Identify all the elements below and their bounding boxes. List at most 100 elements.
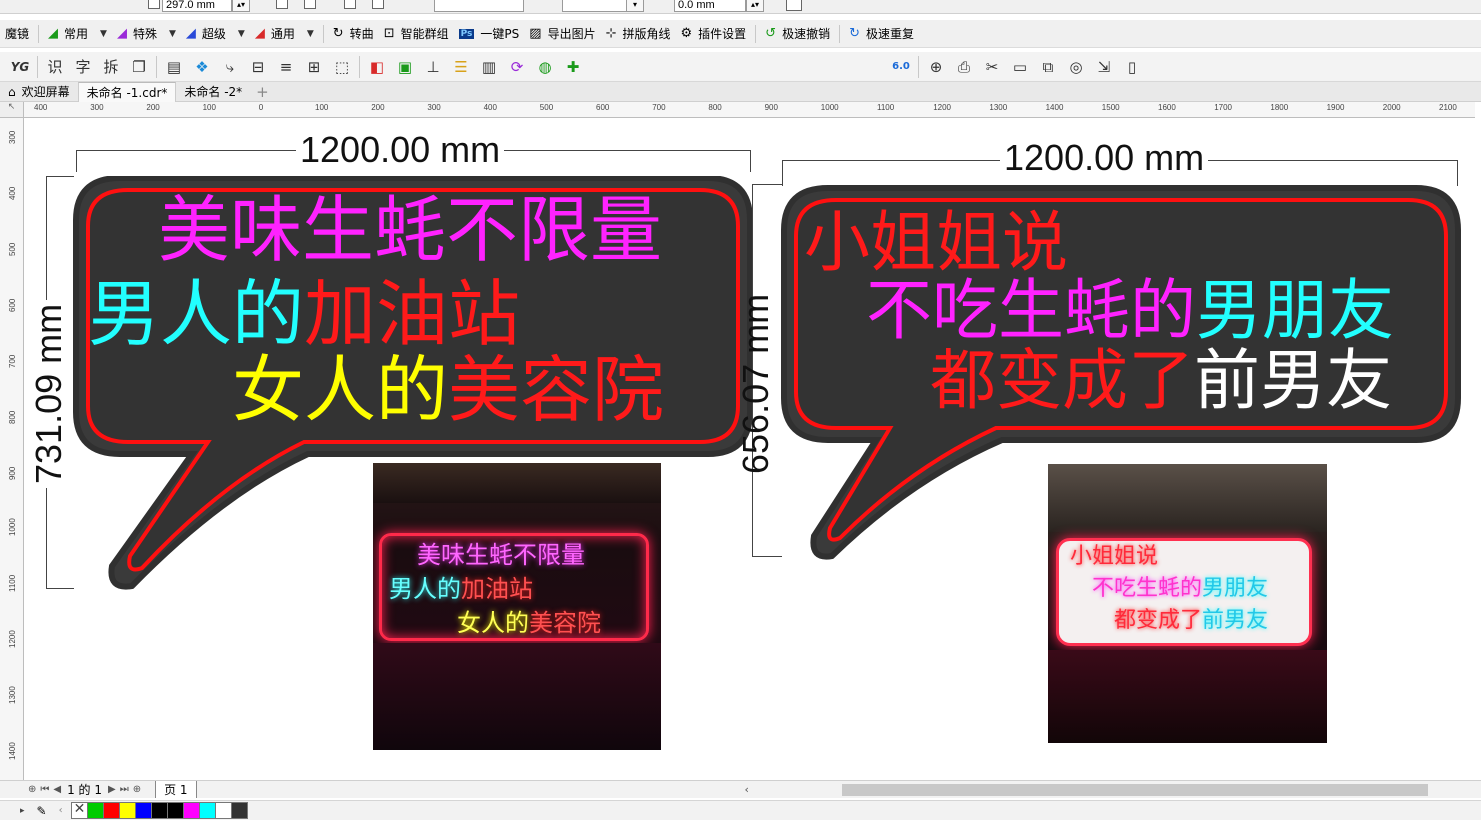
- page-width-spinner[interactable]: ▴▾: [232, 0, 250, 12]
- left-sign-line2-a[interactable]: 男人的: [88, 272, 304, 356]
- tab-document-2[interactable]: 未命名 -2*: [176, 82, 250, 102]
- plugin-button-general[interactable]: ◢ 通用 ▼: [250, 20, 319, 48]
- portrait-icon[interactable]: [276, 0, 288, 9]
- plugin-button-smart-group[interactable]: ⊡ 智能群组: [379, 20, 454, 48]
- next-page-icon[interactable]: ▶: [108, 784, 116, 795]
- color-swatch[interactable]: [102, 802, 120, 819]
- target-icon[interactable]: ◎: [1062, 55, 1090, 79]
- add-page-end-icon[interactable]: ⊕: [133, 784, 141, 795]
- scroll-left-icon[interactable]: ‹: [745, 783, 749, 796]
- nudge-field[interactable]: [562, 0, 628, 12]
- right-sign-line2-b[interactable]: 男朋友: [1196, 272, 1394, 349]
- palette-scroll-icon[interactable]: ‹: [59, 805, 63, 816]
- print-icon[interactable]: ⎙: [950, 55, 978, 79]
- color-swatch[interactable]: [134, 802, 152, 819]
- nudge-dropdown[interactable]: ▾: [626, 0, 644, 12]
- color-swatch[interactable]: [150, 802, 168, 819]
- distribute-icon[interactable]: ≡: [272, 55, 300, 79]
- width-dimension-label[interactable]: 1200.00 mm: [1000, 138, 1209, 178]
- arrange-icon[interactable]: ⊞: [300, 55, 328, 79]
- plugin-button-crop-marks[interactable]: ⊹ 拼版角线: [601, 20, 676, 48]
- puzzle-icon[interactable]: ✚: [559, 55, 587, 79]
- plugin-button-fast-undo[interactable]: ↺ 极速撤销: [760, 20, 835, 48]
- left-sign-line1[interactable]: 美味生蚝不限量: [158, 194, 662, 266]
- yg-logo-button[interactable]: YG: [6, 55, 34, 79]
- plugin-button-settings[interactable]: ⚙ 插件设置: [676, 20, 752, 48]
- color-swatch[interactable]: [214, 802, 232, 819]
- left-sign-line3-b[interactable]: 美容院: [448, 348, 664, 432]
- text-button[interactable]: 字: [69, 55, 97, 79]
- duplicate-distance-spinner[interactable]: ▴▾: [746, 0, 764, 12]
- drawing-canvas[interactable]: 1200.00 mm 731.09 mm 美味生蚝不限量 男人的加油站 女人的美…: [24, 118, 1475, 780]
- page-width-field[interactable]: 297.0 mm: [162, 0, 232, 12]
- page-tab[interactable]: 页 1: [155, 781, 197, 798]
- connector-icon[interactable]: ⤷: [216, 55, 244, 79]
- left-sign-line2-b[interactable]: 加油站: [304, 272, 520, 356]
- prev-page-icon[interactable]: ◀: [53, 784, 61, 795]
- globe-icon[interactable]: ◍: [531, 55, 559, 79]
- picture-icon[interactable]: ▣: [391, 55, 419, 79]
- height-dimension-label[interactable]: 731.09 mm: [28, 299, 69, 488]
- no-color-swatch[interactable]: ✕: [70, 801, 88, 819]
- tab-document-1[interactable]: 未命名 -1.cdr*: [77, 81, 177, 102]
- color-swatch[interactable]: [230, 802, 248, 819]
- color-swatch[interactable]: [182, 802, 200, 819]
- horizontal-scrollbar-thumb[interactable]: [842, 784, 1428, 796]
- panel-icon[interactable]: ▯: [1118, 55, 1146, 79]
- plugin-button-export-image[interactable]: ▨ 导出图片: [524, 20, 600, 48]
- last-page-icon[interactable]: ⏭: [120, 784, 129, 795]
- left-sign-line3-a[interactable]: 女人的: [232, 348, 448, 432]
- cut-icon[interactable]: ✂: [978, 55, 1006, 79]
- plugin-button-fast-repeat[interactable]: ↻ 极速重复: [844, 20, 919, 48]
- select-icon[interactable]: ⬚: [328, 55, 356, 79]
- plugin-button-super[interactable]: ◢ 超级 ▼: [181, 20, 250, 48]
- width-dimension-label[interactable]: 1200.00 mm: [296, 130, 505, 170]
- right-sign-line2-a[interactable]: 不吃生蚝的: [866, 272, 1196, 349]
- first-page-icon[interactable]: ⏮: [40, 784, 49, 795]
- add-tab-icon[interactable]: +: [256, 83, 269, 101]
- recognize-button[interactable]: 识: [41, 55, 69, 79]
- list-icon[interactable]: ☰: [447, 55, 475, 79]
- add-page-icon[interactable]: ⊕: [28, 784, 36, 795]
- height-dimension-label[interactable]: 656.07 mm: [735, 290, 776, 478]
- layers-icon[interactable]: ⧉: [1034, 55, 1062, 79]
- size-icon[interactable]: ⊥: [419, 55, 447, 79]
- right-sign-line3-b[interactable]: 前男友: [1194, 342, 1392, 419]
- pattern-icon[interactable]: ❖: [188, 55, 216, 79]
- plugin-button-one-click-ps[interactable]: Ps 一键PS: [454, 20, 525, 48]
- left-reference-photo[interactable]: 美味生蚝不限量 男人的加油站 女人的美容院: [373, 463, 661, 750]
- landscape-icon[interactable]: [304, 0, 316, 9]
- plugin-button-special[interactable]: ◢ 特殊 ▼: [112, 20, 181, 48]
- table-icon[interactable]: ▤: [160, 55, 188, 79]
- ecut-version-badge[interactable]: 6.0: [887, 55, 915, 79]
- right-reference-photo[interactable]: 小姐姐说 不吃生蚝的男朋友 都变成了前男友: [1048, 464, 1327, 743]
- export-icon[interactable]: ⇲: [1090, 55, 1118, 79]
- duplicate-distance-field[interactable]: 0.0 mm: [674, 0, 746, 12]
- align-icon[interactable]: ⊟: [244, 55, 272, 79]
- barcode-icon[interactable]: ▥: [475, 55, 503, 79]
- vertical-ruler[interactable]: 300 400 500 600 700 800 900 1000 1100 1200 1300 140…: [0, 118, 24, 780]
- eyedropper-icon[interactable]: ✎: [37, 804, 47, 818]
- color-swatch[interactable]: [118, 802, 136, 819]
- options-icon[interactable]: [786, 0, 802, 11]
- batch-icon[interactable]: ⟳: [503, 55, 531, 79]
- plugin-button-to-curves[interactable]: ↻ 转曲: [328, 20, 379, 48]
- color-swatch[interactable]: [166, 802, 184, 819]
- current-page-icon[interactable]: [372, 0, 384, 9]
- ruler-origin[interactable]: ↖: [0, 102, 24, 118]
- ruler-icon[interactable]: ▭: [1006, 55, 1034, 79]
- color-swatch[interactable]: [198, 802, 216, 819]
- zoom-icon[interactable]: ⊕: [922, 55, 950, 79]
- horizontal-ruler[interactable]: 400 300 200 100 0 100 200 300 400 500 600 700 800 900…: [24, 102, 1475, 118]
- units-select[interactable]: [434, 0, 524, 12]
- color-swatch[interactable]: [86, 802, 104, 819]
- shape-icon[interactable]: ◧: [363, 55, 391, 79]
- all-pages-icon[interactable]: [344, 0, 356, 9]
- right-sign-line1[interactable]: 小姐姐说: [804, 210, 1068, 276]
- right-sign-line3-a[interactable]: 都变成了: [930, 342, 1194, 419]
- copy-icon[interactable]: ❐: [125, 55, 153, 79]
- palette-menu-icon[interactable]: ▸: [20, 806, 25, 816]
- tab-welcome[interactable]: ⌂ 欢迎屏幕: [0, 82, 78, 102]
- plugin-button-common[interactable]: ◢ 常用 ▼: [43, 20, 112, 48]
- split-button[interactable]: 拆: [97, 55, 125, 79]
